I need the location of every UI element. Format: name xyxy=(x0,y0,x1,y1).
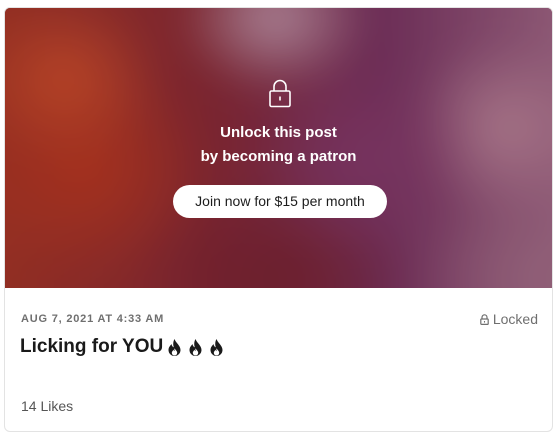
post-card: Unlock this post by becoming a patron Jo… xyxy=(4,7,553,432)
unlock-title-line2: by becoming a patron xyxy=(200,148,357,165)
join-button[interactable]: Join now for $15 per month xyxy=(173,185,387,218)
post-date: AUG 7, 2021 AT 4:33 AM xyxy=(21,313,165,325)
fire-icon xyxy=(189,338,202,356)
unlock-title-line1: Unlock this post xyxy=(220,124,337,141)
locked-status: Locked xyxy=(480,311,538,327)
lock-icon xyxy=(269,79,291,108)
locked-label: Locked xyxy=(492,311,538,327)
flame-emojis xyxy=(166,338,225,357)
fire-icon xyxy=(210,338,223,356)
fire-icon xyxy=(168,338,181,356)
likes-count[interactable]: 14 Likes xyxy=(21,398,73,414)
small-lock-icon xyxy=(480,313,489,325)
post-title[interactable]: Licking for YOU xyxy=(20,336,163,358)
locked-preview: Unlock this post by becoming a patron Jo… xyxy=(5,8,552,288)
post-title-row[interactable]: Licking for YOU xyxy=(20,336,225,358)
